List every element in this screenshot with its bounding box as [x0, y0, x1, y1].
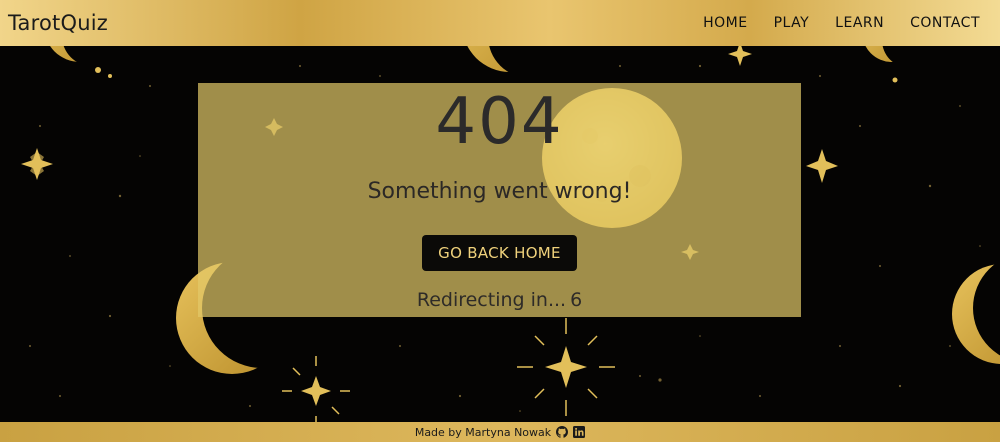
nav-play-link[interactable]: PLAY [774, 15, 810, 31]
linkedin-link[interactable] [573, 426, 586, 438]
go-back-home-button[interactable]: GO BACK HOME [422, 235, 577, 271]
crescent-moon-top [467, 46, 553, 72]
redirect-seconds: 6 [570, 289, 583, 311]
crescent-moon-right [952, 264, 1000, 364]
github-icon [556, 426, 569, 438]
redirect-label: Redirecting in... [416, 289, 567, 311]
github-link[interactable] [556, 426, 569, 438]
error-panel: 404 Something went wrong! GO BACK HOME R… [198, 83, 801, 317]
error-code: 404 [435, 85, 564, 159]
crescent-moon-top-left [50, 46, 110, 62]
nav-home-link[interactable]: HOME [703, 15, 747, 31]
crescent-moon-top-right [865, 46, 919, 62]
nav-learn-link[interactable]: LEARN [835, 15, 884, 31]
page-footer: Made by Martyna Nowak [0, 422, 1000, 442]
error-message: Something went wrong! [367, 179, 632, 204]
footer-credit: Made by Martyna Nowak [414, 425, 552, 439]
main-nav: HOME PLAY LEARN CONTACT [703, 15, 980, 31]
top-navbar: TarotQuiz HOME PLAY LEARN CONTACT [0, 0, 1000, 46]
linkedin-icon [573, 426, 586, 438]
nav-contact-link[interactable]: CONTACT [910, 15, 980, 31]
redirect-countdown: Redirecting in... 6 [198, 289, 801, 311]
brand-logo[interactable]: TarotQuiz [8, 11, 108, 35]
